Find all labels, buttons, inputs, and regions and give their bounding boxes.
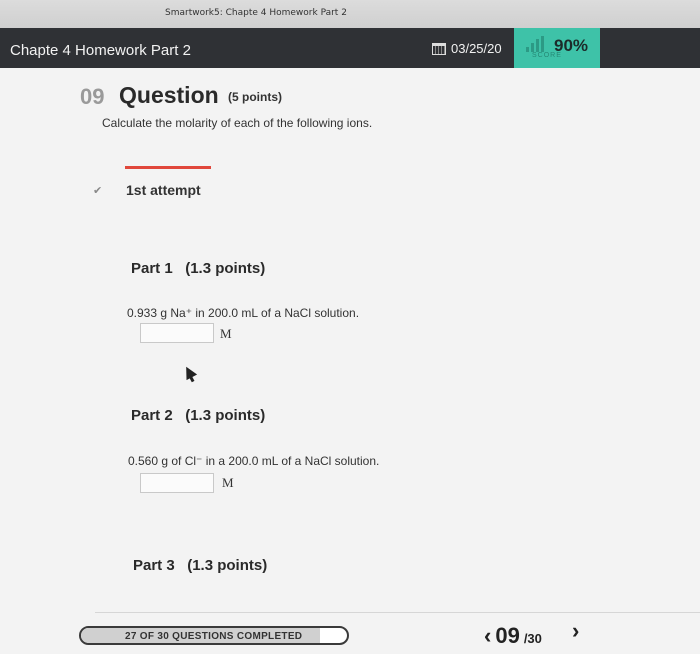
question-number: 09: [80, 84, 105, 109]
question-navigator: ‹ 09 /30: [484, 623, 542, 649]
part-1-unit: M: [220, 326, 232, 341]
part-1-prompt: 0.933 g Na⁺ in 200.0 mL of a NaCl soluti…: [127, 306, 360, 320]
chevron-left-icon[interactable]: ‹: [484, 625, 491, 647]
part-1-title: Part 1 (1.3 points): [131, 260, 266, 277]
progress-text: 27 OF 30 QUESTIONS COMPLETED: [125, 631, 303, 642]
browser-title-bar: Smartwork5: Chapte 4 Homework Part 2: [0, 0, 700, 29]
question-title: Question: [119, 82, 219, 108]
due-date: 03/25/20: [432, 41, 502, 56]
part-3-title: Part 3 (1.3 points): [133, 557, 268, 574]
current-question-number: 09: [495, 623, 520, 648]
due-date-text: 03/25/20: [451, 41, 502, 56]
calendar-icon: [432, 42, 446, 55]
part-2-unit: M: [222, 475, 234, 490]
app-header: Chapte 4 Homework Part 2 03/25/20 SCORE …: [0, 28, 700, 68]
part-1-answer-input[interactable]: [140, 323, 214, 343]
question-prompt: Calculate the molarity of each of the fo…: [102, 116, 373, 130]
chevron-right-icon[interactable]: ›: [572, 620, 579, 642]
part-2-title: Part 2 (1.3 points): [131, 407, 266, 424]
attempt-label[interactable]: 1st attempt: [126, 182, 201, 198]
score-badge[interactable]: SCORE 90%: [514, 28, 600, 68]
chevron-down-icon[interactable]: ✔︎: [93, 184, 102, 197]
content-divider: [95, 612, 700, 613]
assignment-title: Chapte 4 Homework Part 2: [10, 42, 191, 59]
bar-chart-icon: [526, 36, 544, 52]
part-2-prompt: 0.560 g of Cl⁻ in a 200.0 mL of a NaCl s…: [128, 454, 380, 468]
footer-bar: 27 OF 30 QUESTIONS COMPLETED ‹ 09 /30 ›: [0, 614, 700, 654]
total-questions: /30: [523, 631, 542, 646]
part-2-answer-input[interactable]: [140, 473, 214, 493]
browser-title: Smartwork5: Chapte 4 Homework Part 2: [165, 8, 347, 18]
attempt-indicator-line: [125, 166, 211, 169]
progress-bar: 27 OF 30 QUESTIONS COMPLETED: [79, 626, 349, 645]
question-points: (5 points): [228, 90, 282, 104]
score-value: 90%: [554, 36, 589, 55]
question-panel: 09 Question (5 points) Calculate the mol…: [0, 68, 700, 654]
